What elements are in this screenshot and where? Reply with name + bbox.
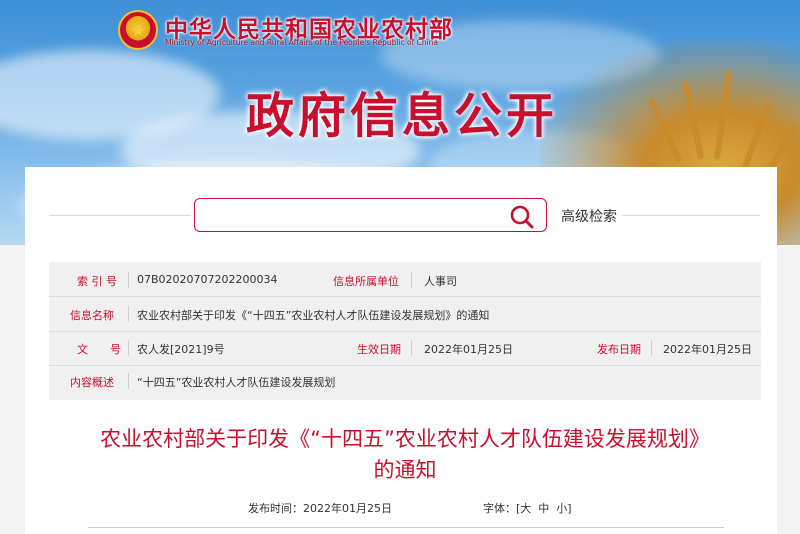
font-large-button[interactable]: 大 — [520, 502, 531, 515]
page-title: 政府信息公开 — [246, 88, 559, 144]
document-number-label: 文 号 — [77, 343, 121, 356]
separator — [651, 340, 652, 356]
separator — [411, 272, 412, 288]
article-title-line2: 的通知 — [373, 458, 437, 482]
summary-label: 内容概述 — [70, 376, 114, 389]
owning-unit-value: 人事司 — [424, 275, 457, 288]
info-name-label: 信息名称 — [70, 309, 114, 322]
national-emblem-icon[interactable]: ★ — [118, 10, 158, 50]
font-medium-button[interactable]: 中 — [538, 502, 549, 515]
search-divider-right — [622, 215, 760, 216]
effective-date-value: 2022年01月25日 — [424, 343, 513, 356]
publish-time: 发布时间：2022年01月25日 — [248, 502, 392, 515]
owning-unit-label: 信息所属单位 — [333, 275, 399, 288]
search-divider-left — [49, 215, 191, 216]
separator — [411, 340, 412, 356]
search-input[interactable] — [194, 198, 547, 232]
font-size-label: 字体： — [483, 502, 516, 515]
effective-date-label: 生效日期 — [357, 343, 401, 356]
ministry-name-en: Ministry of Agriculture and Rural Affair… — [165, 38, 439, 47]
separator — [128, 306, 129, 322]
summary-value: “十四五”农业农村人才队伍建设发展规划 — [137, 376, 336, 389]
separator — [128, 272, 129, 288]
article-divider — [88, 527, 724, 528]
article-title: 农业农村部关于印发《“十四五”农业农村人才队伍建设发展规划》 的通知 — [49, 424, 761, 486]
publish-date-label: 发布日期 — [597, 343, 641, 356]
index-number-label: 索 引 号 — [77, 275, 117, 288]
search-icon[interactable] — [508, 204, 536, 230]
separator — [128, 340, 129, 356]
advanced-search-link[interactable]: 高级检索 — [561, 206, 617, 226]
font-size-control: 字体：[大 中 小] — [483, 500, 572, 516]
info-name-value: 农业农村部关于印发《“十四五”农业农村人才队伍建设发展规划》的通知 — [137, 309, 490, 322]
index-number-value: 07B02020707202200034 — [137, 273, 278, 286]
font-size-bracket-close: ] — [567, 502, 572, 515]
document-number-value: 农人发[2021]9号 — [137, 343, 225, 356]
font-small-button[interactable]: 小 — [556, 502, 567, 515]
publish-date-value: 2022年01月25日 — [663, 343, 752, 356]
separator — [128, 373, 129, 389]
article-title-line1: 农业农村部关于印发《“十四五”农业农村人才队伍建设发展规划》 — [100, 427, 710, 451]
